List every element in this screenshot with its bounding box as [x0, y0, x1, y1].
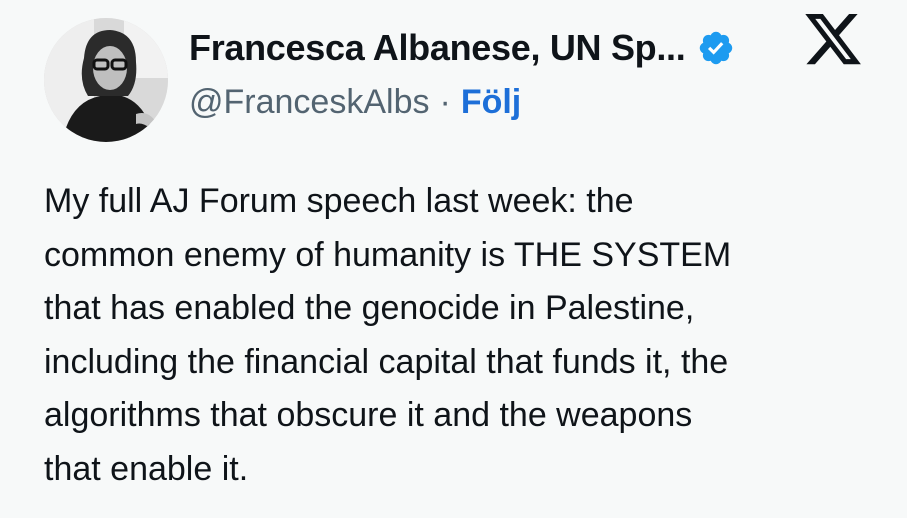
- tweet-text-line: algorithms that obscure it and the weapo…: [44, 396, 693, 434]
- avatar[interactable]: [44, 18, 168, 142]
- tweet-text: My full AJ Forum speech last week: the c…: [44, 175, 894, 496]
- author-name-row[interactable]: Francesca Albanese, UN Sp...: [189, 24, 735, 72]
- author-handle-row: @FranceskAlbs · Följ: [189, 80, 521, 124]
- author-handle[interactable]: @FranceskAlbs: [189, 83, 429, 122]
- tweet-text-line: common enemy of humanity is THE SYSTEM: [44, 235, 732, 274]
- author-display-name[interactable]: Francesca Albanese, UN Sp...: [189, 27, 686, 69]
- tweet-card: Francesca Albanese, UN Sp... @FranceskAl…: [0, 0, 907, 518]
- separator-dot: ·: [439, 82, 451, 121]
- tweet-text-line: that enable it.: [44, 449, 249, 488]
- tweet-text-line: that has enabled the genocide in Palesti…: [44, 289, 695, 327]
- verified-badge-icon: [697, 29, 735, 67]
- tweet-text-line: My full AJ Forum speech last week: the: [44, 182, 634, 220]
- tweet-text-line: including the financial capital that fun…: [44, 342, 729, 381]
- profile-photo: [44, 18, 168, 142]
- follow-button[interactable]: Följ: [461, 83, 521, 122]
- x-logo-icon[interactable]: [802, 14, 864, 72]
